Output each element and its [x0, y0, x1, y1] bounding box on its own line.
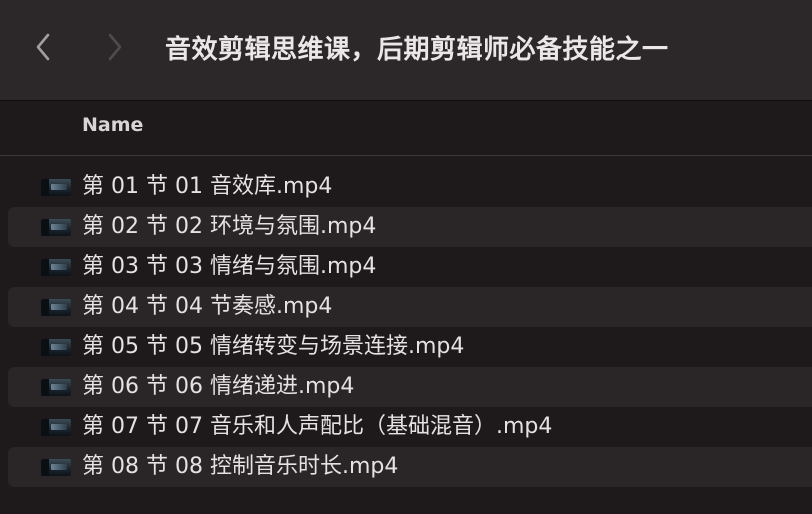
file-name: 第 05 节 05 情绪转变与场景连接.mp4 — [82, 334, 465, 359]
video-thumbnail-icon — [41, 219, 71, 236]
file-name: 第 08 节 08 控制音乐时长.mp4 — [82, 454, 399, 479]
column-header-name[interactable]: Name — [82, 114, 143, 136]
file-name: 第 01 节 01 音效库.mp4 — [82, 174, 333, 199]
file-row[interactable]: 第 06 节 06 情绪递进.mp4 — [8, 367, 812, 407]
forward-button[interactable] — [100, 30, 130, 64]
file-row[interactable]: 第 03 节 03 情绪与氛围.mp4 — [8, 247, 812, 287]
chevron-right-icon — [108, 33, 122, 61]
toolbar: 音效剪辑思维课，后期剪辑师必备技能之一 — [0, 0, 812, 101]
file-row[interactable]: 第 04 节 04 节奏感.mp4 — [8, 287, 812, 327]
file-row[interactable]: 第 02 节 02 环境与氛围.mp4 — [8, 207, 812, 247]
window-title: 音效剪辑思维课，后期剪辑师必备技能之一 — [165, 35, 669, 65]
video-thumbnail-icon — [41, 259, 71, 276]
file-row[interactable]: 第 07 节 07 音乐和人声配比（基础混音）.mp4 — [8, 407, 812, 447]
video-thumbnail-icon — [41, 379, 71, 396]
file-name: 第 03 节 03 情绪与氛围.mp4 — [82, 254, 377, 279]
back-button[interactable] — [28, 30, 58, 64]
video-thumbnail-icon — [41, 459, 71, 476]
file-name: 第 07 节 07 音乐和人声配比（基础混音）.mp4 — [82, 414, 553, 439]
video-thumbnail-icon — [41, 419, 71, 436]
column-header-bar: Name — [0, 101, 812, 156]
file-name: 第 06 节 06 情绪递进.mp4 — [82, 374, 355, 399]
video-thumbnail-icon — [41, 179, 71, 196]
video-thumbnail-icon — [41, 339, 71, 356]
chevron-left-icon — [36, 33, 50, 61]
file-row[interactable]: 第 08 节 08 控制音乐时长.mp4 — [8, 447, 812, 487]
video-thumbnail-icon — [41, 299, 71, 316]
file-list: 第 01 节 01 音效库.mp4 第 02 节 02 环境与氛围.mp4 第 … — [8, 167, 812, 487]
finder-window: 音效剪辑思维课，后期剪辑师必备技能之一 Name 第 01 节 01 音效库.m… — [0, 0, 812, 514]
file-name: 第 02 节 02 环境与氛围.mp4 — [82, 214, 377, 239]
file-row[interactable]: 第 05 节 05 情绪转变与场景连接.mp4 — [8, 327, 812, 367]
file-name: 第 04 节 04 节奏感.mp4 — [82, 294, 333, 319]
file-row[interactable]: 第 01 节 01 音效库.mp4 — [8, 167, 812, 207]
